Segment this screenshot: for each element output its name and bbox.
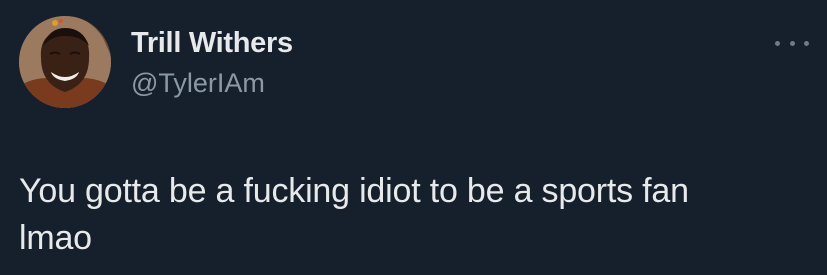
- tweet-card: Trill Withers @TylerIAm You gotta be a f…: [0, 0, 827, 275]
- tweet-text-line: lmao: [19, 219, 92, 257]
- author-display-name[interactable]: Trill Withers: [131, 27, 293, 60]
- avatar[interactable]: [19, 16, 111, 108]
- more-options-icon[interactable]: [775, 36, 809, 50]
- dot: [775, 40, 780, 46]
- dot: [804, 40, 809, 46]
- tweet-text-line: You gotta be a fucking idiot to be a spo…: [19, 172, 689, 210]
- tweet-text: You gotta be a fucking idiot to be a spo…: [19, 168, 799, 262]
- dot: [789, 40, 795, 46]
- author-handle[interactable]: @TylerIAm: [131, 68, 265, 99]
- avatar-image: [19, 16, 111, 108]
